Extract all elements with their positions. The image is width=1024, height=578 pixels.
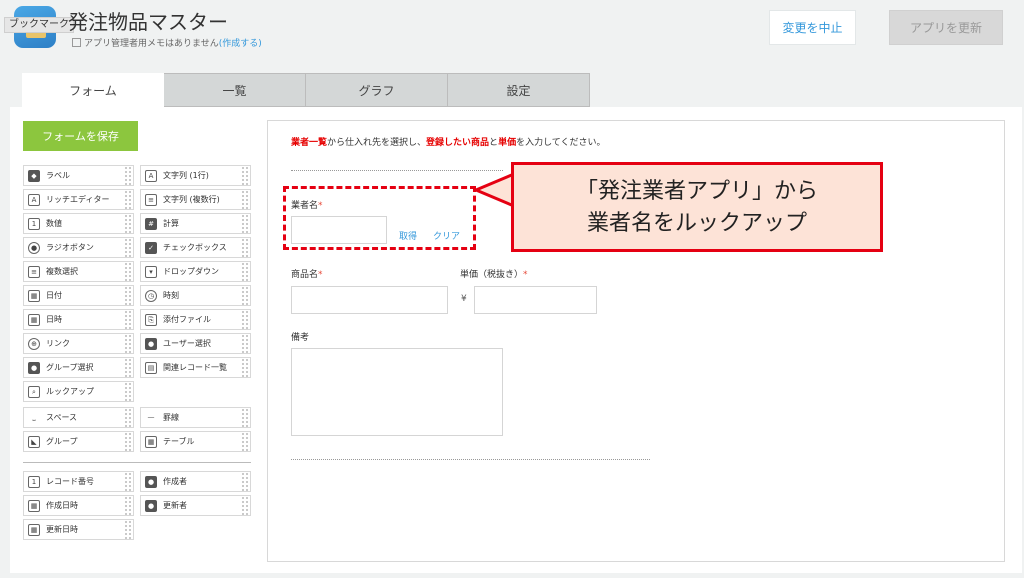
radio-icon: ●: [28, 241, 40, 254]
palette-item-lookup[interactable]: ⌕ ルックアップ: [23, 381, 134, 402]
palette-item-related-records[interactable]: ▤ 関連レコード一覧: [140, 357, 251, 378]
save-form-button[interactable]: フォームを保存: [23, 121, 138, 151]
dotted-divider: [291, 170, 503, 171]
palette-item-created-datetime[interactable]: ▦ 作成日時: [23, 495, 134, 516]
creator-icon: ●: [145, 475, 157, 488]
palette-item-updated-datetime[interactable]: ▦ 更新日時: [23, 519, 134, 540]
palette-item-label[interactable]: ◆ ラベル: [23, 165, 134, 186]
bottom-dotted-divider: [291, 459, 650, 460]
lookup-icon: ⌕: [28, 385, 40, 398]
tab-settings[interactable]: 設定: [448, 73, 590, 107]
related-records-icon: ▤: [145, 361, 157, 374]
tab-form[interactable]: フォーム: [22, 73, 164, 107]
settings-tabs: フォーム 一覧 グラフ 設定: [22, 73, 590, 107]
multi-select-icon: ≡: [28, 265, 40, 278]
palette-item-attachment[interactable]: ⎘ 添付ファイル: [140, 309, 251, 330]
palette-item-dropdown[interactable]: ▾ ドロップダウン: [140, 261, 251, 282]
updater-icon: ●: [145, 499, 157, 512]
palette-item-single-line-text[interactable]: A 文字列 (1行): [140, 165, 251, 186]
table-icon: ▦: [145, 435, 157, 448]
lookup-callout: 「発注業者アプリ」から 業者名をルックアップ: [511, 162, 883, 252]
updated-datetime-icon: ▦: [28, 523, 40, 536]
group-folder-icon: ◣: [28, 435, 40, 448]
palette-item-radio[interactable]: ● ラジオボタン: [23, 237, 134, 258]
paperclip-icon: ⎘: [145, 313, 157, 326]
product-name-input[interactable]: [291, 286, 448, 314]
palette-item-link[interactable]: ⊕ リンク: [23, 333, 134, 354]
vendor-highlight-frame: [283, 186, 476, 250]
admin-memo: アプリ管理者用メモはありません(作成する): [72, 36, 262, 49]
palette-item-group[interactable]: ◣ グループ: [23, 431, 134, 452]
space-icon: ⎵: [32, 412, 36, 421]
tag-icon: ◆: [28, 169, 40, 182]
clock-icon: ◷: [145, 289, 157, 302]
user-icon: ●: [145, 337, 157, 350]
palette-item-rule-line[interactable]: — 罫線: [140, 407, 251, 428]
single-line-text-icon: A: [145, 169, 157, 182]
tab-graph[interactable]: グラフ: [306, 73, 448, 107]
group-icon: ●: [28, 361, 40, 374]
palette-item-multi-line-text[interactable]: ≡ 文字列 (複数行): [140, 189, 251, 210]
palette-item-datetime[interactable]: ▦ 日時: [23, 309, 134, 330]
palette-item-space[interactable]: ⎵ スペース: [23, 407, 134, 428]
palette-item-calculation[interactable]: # 計算: [140, 213, 251, 234]
app-title: 発注物品マスター: [68, 10, 228, 34]
checkbox-icon: ✓: [145, 241, 157, 254]
memo-create-link[interactable]: (作成する): [219, 39, 262, 49]
created-datetime-icon: ▦: [28, 499, 40, 512]
dropdown-icon: ▾: [145, 265, 157, 278]
multi-line-text-icon: ≡: [145, 193, 157, 206]
palette-item-rich-editor[interactable]: A リッチエディター: [23, 189, 134, 210]
unit-price-label: 単価（税抜き）*: [460, 270, 528, 280]
link-icon: ⊕: [28, 337, 40, 350]
palette-item-record-number[interactable]: 1 レコード番号: [23, 471, 134, 492]
callout-pointer: [476, 172, 514, 208]
product-name-label: 商品名*: [291, 270, 323, 280]
palette-item-user-select[interactable]: ● ユーザー選択: [140, 333, 251, 354]
callout-line-2: 業者名をルックアップ: [586, 211, 807, 236]
notes-label: 備考: [291, 333, 310, 343]
unit-price-input[interactable]: [474, 286, 597, 314]
rich-editor-icon: A: [28, 193, 40, 206]
pencil-icon: [72, 38, 81, 47]
palette-item-date[interactable]: ▦ 日付: [23, 285, 134, 306]
tab-list[interactable]: 一覧: [164, 73, 306, 107]
date-icon: ▦: [28, 289, 40, 302]
palette-item-multi-select[interactable]: ≡ 複数選択: [23, 261, 134, 282]
palette-item-number[interactable]: 1 数値: [23, 213, 134, 234]
number-icon: 1: [28, 217, 40, 230]
palette-item-checkbox[interactable]: ✓ チェックボックス: [140, 237, 251, 258]
memo-text: アプリ管理者用メモはありません: [84, 39, 219, 49]
notes-textarea[interactable]: [291, 348, 503, 436]
rule-line-icon: —: [147, 412, 155, 421]
record-number-icon: 1: [28, 475, 40, 488]
calculator-icon: #: [145, 217, 157, 230]
palette-item-time[interactable]: ◷ 時刻: [140, 285, 251, 306]
datetime-icon: ▦: [28, 313, 40, 326]
update-app-button[interactable]: アプリを更新: [889, 10, 1003, 45]
palette-item-creator[interactable]: ● 作成者: [140, 471, 251, 492]
palette-item-updater[interactable]: ● 更新者: [140, 495, 251, 516]
callout-line-1: 「発注業者アプリ」から: [575, 179, 818, 204]
instruction-label: 業者一覧から仕入れ先を選択し、登録したい商品と単価を入力してください。: [291, 138, 606, 148]
bookmark-tooltip: ブックマーク: [4, 17, 74, 33]
cancel-changes-button[interactable]: 変更を中止: [769, 10, 856, 45]
palette-divider: [23, 462, 251, 463]
yen-sign: ¥: [461, 294, 467, 304]
palette-item-table[interactable]: ▦ テーブル: [140, 431, 251, 452]
palette-item-group-select[interactable]: ● グループ選択: [23, 357, 134, 378]
